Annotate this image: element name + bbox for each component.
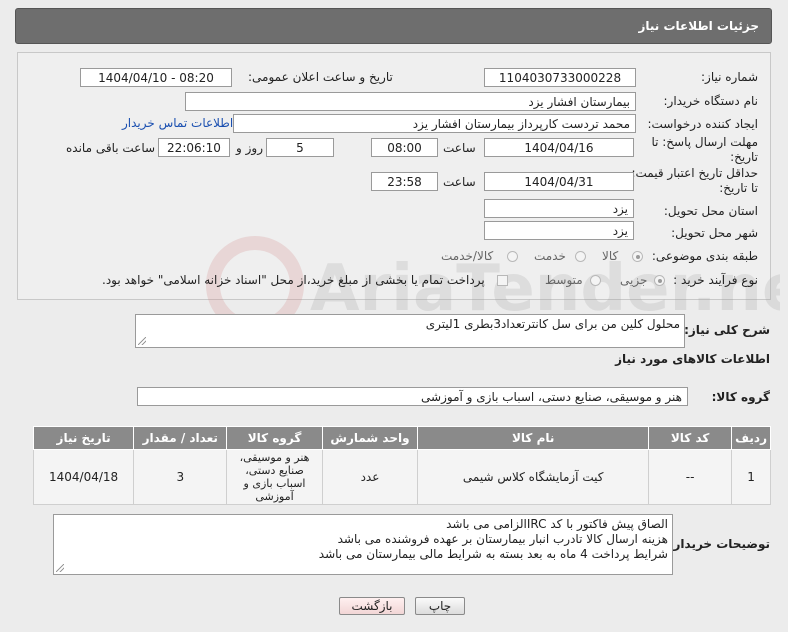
page-header: جزئیات اطلاعات نیاز	[15, 8, 772, 44]
category-radio-goods[interactable]	[632, 251, 643, 262]
category-option-goods-service: کالا/خدمت	[441, 249, 494, 263]
deadline-time-label: ساعت	[443, 141, 476, 155]
process-option-minor: جزیی	[620, 273, 648, 287]
creator-field: محمد تردست کارپرداز بیمارستان افشار یزد	[233, 114, 636, 133]
goods-group-field: هنر و موسیقی، صنایع دستی، اسباب بازی و آ…	[137, 387, 688, 406]
col-name-header: نام کالا	[417, 426, 650, 450]
cell-code: --	[648, 449, 733, 505]
buyer-field: بیمارستان افشار یزد	[185, 92, 636, 111]
validity-label: حداقل تاریخ اعتبار قیمت: تا تاریخ:	[631, 166, 758, 195]
need-number-field: 1104030733000228	[484, 68, 636, 87]
validity-time-field: 23:58	[371, 172, 438, 191]
province-label: استان محل تحویل:	[663, 204, 758, 218]
buyer-notes-textarea: الصاق پیش فاکتور با کد IRCالزامی می باشد…	[53, 514, 673, 575]
summary-text: محلول کلین من برای سل کانترتعداد3بطری 1ل…	[425, 317, 680, 331]
col-qty-header: تعداد / مقدار	[133, 426, 228, 450]
days-label: روز و	[236, 141, 263, 155]
deadline-time-field: 08:00	[371, 138, 438, 157]
process-radio-medium[interactable]	[590, 275, 601, 286]
buyer-notes-label: توضیحات خریدار:	[668, 537, 770, 551]
category-label: طبقه بندی موضوعی:	[651, 249, 758, 263]
goods-group-label: گروه کالا:	[711, 390, 770, 404]
city-field: یزد	[484, 221, 634, 240]
back-button[interactable]: بازگشت	[339, 597, 405, 615]
print-button[interactable]: چاپ	[415, 597, 465, 615]
goods-section-title: اطلاعات کالاهای مورد نیاز	[615, 352, 770, 366]
page-title: جزئیات اطلاعات نیاز	[638, 19, 759, 33]
table-row: 1 -- کیت آزمایشگاه کلاس شیمی عدد هنر و م…	[32, 449, 771, 505]
payment-note: پرداخت تمام یا بخشی از مبلغ خرید،از محل …	[102, 273, 485, 287]
buyer-label: نام دستگاه خریدار:	[663, 94, 759, 108]
category-option-service: خدمت	[534, 249, 566, 263]
payment-checkbox[interactable]	[497, 275, 508, 286]
city-label: شهر محل تحویل:	[671, 226, 758, 240]
col-unit-header: واحد شمارش	[321, 426, 419, 450]
process-label: نوع فرآیند خرید :	[673, 273, 758, 287]
summary-label: شرح کلی نیاز:	[684, 323, 770, 337]
remaining-time-label: ساعت باقی مانده	[66, 141, 156, 155]
cell-qty: 3	[133, 449, 228, 505]
category-radio-service[interactable]	[575, 251, 586, 262]
buyer-contact-link[interactable]: اطلاعات تماس خریدار	[122, 116, 233, 130]
deadline-date-field: 1404/04/16	[484, 138, 634, 157]
province-field: یزد	[484, 199, 634, 218]
col-row-header: ردیف	[731, 426, 771, 450]
buyer-note-line: هزینه ارسال کالا تادرب انبار بیمارستان ب…	[337, 532, 668, 546]
buyer-note-line: الصاق پیش فاکتور با کد IRCالزامی می باشد	[446, 517, 668, 531]
items-table: ردیف کد کالا نام کالا واحد شمارش گروه کا…	[32, 426, 771, 505]
col-group-header: گروه کالا	[226, 426, 323, 450]
table-header-row: ردیف کد کالا نام کالا واحد شمارش گروه کا…	[32, 426, 771, 450]
resize-handle-icon[interactable]	[56, 564, 64, 572]
col-code-header: کد کالا	[648, 426, 733, 450]
cell-date: 1404/04/18	[32, 449, 135, 505]
buyer-note-line: شرایط پرداخت 4 ماه به بعد بسته به شرایط …	[318, 547, 668, 561]
resize-handle-icon[interactable]	[138, 337, 146, 345]
items-table-wrapper: ردیف کد کالا نام کالا واحد شمارش گروه کا…	[32, 426, 771, 505]
process-radio-minor[interactable]	[654, 275, 665, 286]
creator-label: ایجاد کننده درخواست:	[647, 117, 758, 131]
cell-name: کیت آزمایشگاه کلاس شیمی	[417, 449, 650, 505]
col-date-header: تاریخ نیاز	[32, 426, 135, 450]
validity-date-field: 1404/04/31	[484, 172, 634, 191]
deadline-label: مهلت ارسال پاسخ: تا تاریخ:	[651, 135, 758, 164]
days-remaining-field: 5	[266, 138, 334, 157]
category-radio-goods-service[interactable]	[507, 251, 518, 262]
remaining-time-field: 22:06:10	[158, 138, 230, 157]
validity-time-label: ساعت	[443, 175, 476, 189]
announce-label: تاریخ و ساعت اعلان عمومی:	[248, 70, 393, 84]
announce-datetime-field: 1404/04/10 - 08:20	[80, 68, 232, 87]
category-option-goods: کالا	[602, 249, 619, 263]
summary-textarea: محلول کلین من برای سل کانترتعداد3بطری 1ل…	[135, 314, 685, 348]
cell-unit: عدد	[321, 449, 419, 505]
cell-group: هنر و موسیقی، صنایع دستی، اسباب بازی و آ…	[226, 449, 323, 505]
cell-row: 1	[731, 449, 771, 505]
process-option-medium: متوسط	[545, 273, 583, 287]
need-number-label: شماره نیاز:	[701, 70, 758, 84]
